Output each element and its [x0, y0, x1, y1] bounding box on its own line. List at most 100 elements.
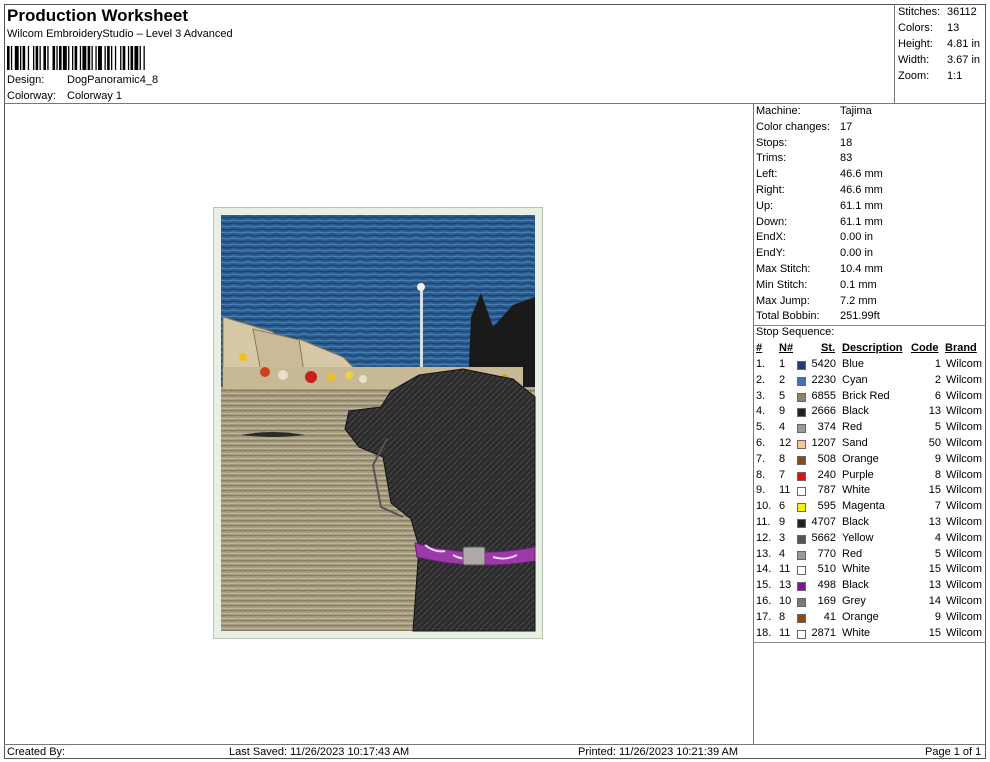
table-row: 2. 2 2230 Cyan 2 Wilcom — [754, 374, 986, 390]
info-value: 7.2 mm — [840, 295, 877, 307]
stop-sequence-label: Stop Sequence: — [756, 326, 835, 338]
info-row: Min Stitch: 0.1 mm — [756, 279, 877, 291]
color-swatch — [797, 613, 806, 623]
color-description: White — [842, 626, 871, 639]
info-label: Down: — [756, 216, 788, 228]
info-value: 18 — [840, 137, 853, 149]
info-value: 61.1 mm — [840, 216, 883, 228]
table-row: 10. 6 595 Magenta 7 Wilcom — [754, 500, 986, 516]
info-row: Right: 46.6 mm — [756, 184, 883, 196]
stat-label: Stitches: — [898, 6, 941, 18]
color-code: 8 — [934, 468, 941, 481]
color-description: Sand — [842, 437, 868, 449]
row-number: 6. — [756, 437, 766, 449]
color-code: 50 — [928, 437, 941, 449]
color-code: 14 — [928, 595, 941, 607]
stitch-count: 374 — [817, 421, 836, 434]
row-number: 18. — [756, 626, 772, 639]
info-row: Color changes: 17 — [756, 121, 852, 133]
color-description: Cyan — [842, 373, 868, 386]
table-row: 9. 11 787 White 15 Wilcom — [754, 484, 986, 500]
last-saved: Last Saved: 11/26/2023 10:17:43 AM — [229, 746, 410, 758]
col-brand-header: Brand — [945, 342, 977, 354]
info-label: Machine: — [756, 105, 801, 117]
table-row: 16. 10 169 Grey 14 Wilcom — [754, 595, 986, 611]
stat-label: Height: — [898, 38, 933, 50]
color-swatch — [797, 440, 806, 449]
info-value: 251.99ft — [840, 310, 880, 322]
info-value: 46.6 mm — [840, 184, 883, 196]
color-swatch — [797, 598, 806, 607]
brand: Wilcom — [946, 531, 983, 544]
col-num-header: # — [756, 342, 763, 354]
info-label: Up: — [756, 200, 774, 212]
info-value: 0.00 in — [840, 231, 874, 243]
software-subtitle: Wilcom EmbroideryStudio – Level 3 Advanc… — [7, 28, 233, 40]
created-by: Created By: — [7, 746, 66, 758]
color-code: 5 — [934, 421, 941, 434]
row-number: 2. — [756, 373, 766, 386]
color-swatch — [797, 455, 806, 465]
stat-row: Width: 3.67 in — [898, 54, 984, 66]
colorway-label: Colorway: — [7, 90, 56, 102]
barcode — [7, 46, 145, 70]
color-code: 6 — [934, 389, 941, 402]
info-row: Total Bobbin: 251.99ft — [756, 310, 880, 322]
embroidery-design-preview — [213, 207, 543, 639]
color-code: 15 — [928, 563, 941, 576]
color-code: 1 — [934, 358, 941, 370]
stat-value: 1:1 — [947, 70, 963, 82]
info-row: Left: 46.6 mm — [756, 168, 883, 180]
needle-number: 13 — [779, 579, 792, 592]
needle-number: 4 — [779, 547, 786, 560]
stitch-count: 5420 — [811, 358, 836, 370]
colorway-value: Colorway 1 — [67, 90, 123, 102]
info-label: Max Stitch: — [756, 263, 811, 275]
info-label: Left: — [756, 168, 778, 180]
color-description: Black — [842, 405, 869, 418]
stitch-count: 240 — [817, 468, 836, 481]
info-row: Max Jump: 7.2 mm — [756, 295, 877, 307]
row-number: 17. — [756, 610, 772, 623]
color-description: Orange — [842, 452, 879, 465]
color-swatch — [797, 376, 806, 386]
stitch-count: 510 — [817, 563, 836, 576]
needle-number: 12 — [779, 437, 792, 449]
table-row: 4. 9 2666 Black 13 Wilcom — [754, 405, 986, 421]
stat-value: 13 — [947, 22, 960, 34]
needle-number: 10 — [779, 595, 792, 607]
info-label: Color changes: — [756, 121, 830, 133]
colorway-row: Colorway: Colorway 1 — [7, 90, 122, 102]
info-label: Max Jump: — [756, 295, 810, 307]
needle-number: 9 — [779, 405, 786, 418]
info-row: Max Stitch: 10.4 mm — [756, 263, 883, 275]
color-description: Purple — [842, 468, 874, 481]
brand: Wilcom — [946, 358, 983, 370]
color-description: Grey — [842, 595, 866, 607]
brand: Wilcom — [946, 610, 983, 623]
brand: Wilcom — [946, 468, 983, 481]
row-number: 5. — [756, 421, 766, 434]
color-swatch — [797, 550, 806, 560]
info-label: EndX: — [756, 231, 786, 243]
needle-number: 11 — [779, 484, 791, 497]
info-value: 0.00 in — [840, 247, 874, 259]
row-number: 3. — [756, 389, 766, 402]
table-row: 11. 9 4707 Black 13 Wilcom — [754, 516, 986, 532]
needle-number: 2 — [779, 373, 786, 386]
row-number: 7. — [756, 452, 766, 465]
needle-number: 11 — [779, 563, 791, 576]
color-code: 15 — [928, 626, 941, 639]
machine-info-panel: Machine: Tajima Color changes: 17 Stops: 18… — [753, 104, 986, 745]
needle-number: 5 — [779, 389, 786, 402]
row-number: 8. — [756, 468, 766, 481]
info-value: 0.1 mm — [840, 279, 877, 291]
table-row: 8. 7 240 Purple 8 Wilcom — [754, 469, 986, 485]
info-value: 83 — [840, 152, 853, 164]
stitch-count: 787 — [817, 484, 836, 497]
color-swatch — [797, 424, 806, 434]
info-label: Stops: — [756, 137, 788, 149]
color-code: 4 — [934, 531, 941, 544]
brand: Wilcom — [946, 421, 983, 434]
col-code-header: Code — [911, 342, 939, 354]
